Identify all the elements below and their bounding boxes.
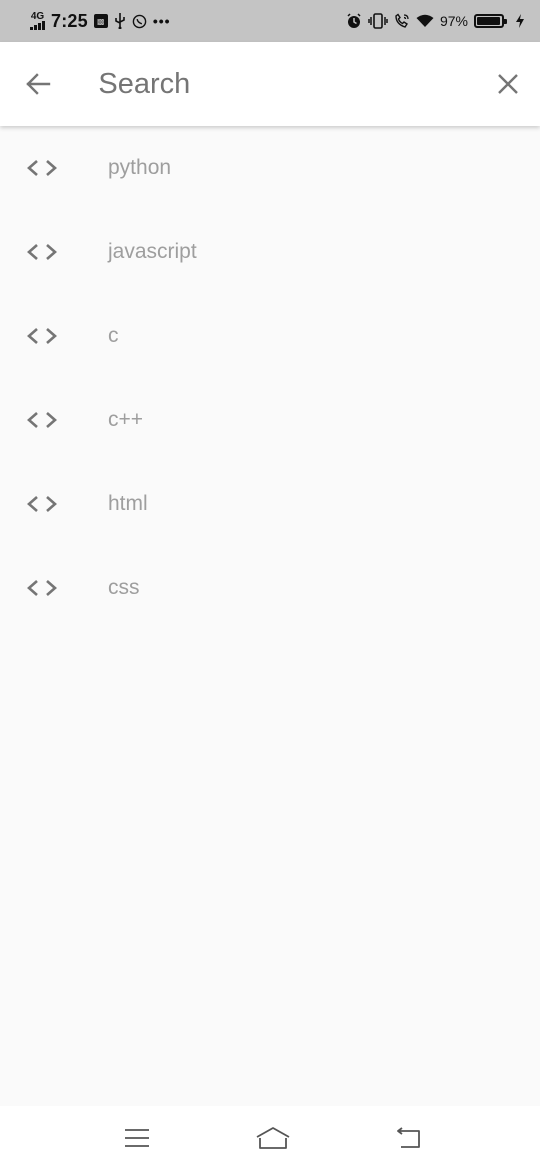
alarm-icon <box>346 13 362 29</box>
clear-search-button[interactable] <box>475 42 540 126</box>
vibrate-icon <box>368 13 388 29</box>
usb-icon <box>114 13 126 29</box>
back-nav-button[interactable] <box>394 1123 424 1153</box>
list-item[interactable]: c++ <box>0 378 540 462</box>
home-icon <box>256 1127 290 1149</box>
battery-percent: 97% <box>439 13 468 29</box>
system-nav-bar <box>0 1106 540 1170</box>
status-right: 97% <box>346 13 524 29</box>
back-button[interactable] <box>0 42 75 126</box>
menu-button[interactable] <box>122 1123 152 1153</box>
code-brackets-icon <box>0 411 84 429</box>
wifi-icon <box>416 14 434 28</box>
list-item[interactable]: c <box>0 294 540 378</box>
list-item-label: c++ <box>108 408 144 431</box>
code-brackets-icon <box>0 159 84 177</box>
list-item[interactable]: python <box>0 126 540 210</box>
list-item-label: html <box>108 492 148 515</box>
code-brackets-icon <box>0 327 84 345</box>
list-item-label: css <box>108 576 140 599</box>
search-input[interactable] <box>98 54 476 114</box>
status-time: 7:25 <box>51 10 88 31</box>
status-left: 4G 7:25 ▩ ••• <box>30 11 171 32</box>
list-item-label: c <box>108 324 119 347</box>
list-item[interactable]: html <box>0 462 540 546</box>
arrow-left-icon <box>25 73 50 95</box>
back-icon <box>397 1127 420 1148</box>
list-item-label: python <box>108 156 172 179</box>
network-signal-icon: 4G <box>30 12 45 30</box>
code-brackets-icon <box>0 495 84 513</box>
menu-icon <box>125 1129 149 1147</box>
list-item[interactable]: css <box>0 546 540 630</box>
whatsapp-icon <box>132 14 147 29</box>
code-brackets-icon <box>0 243 84 261</box>
code-brackets-icon <box>0 579 84 597</box>
close-icon <box>497 74 518 94</box>
home-button[interactable] <box>255 1123 291 1153</box>
status-bar: 4G 7:25 ▩ ••• 97% <box>0 0 540 42</box>
results-list: python javascript c c++ html css <box>0 126 540 630</box>
search-toolbar <box>0 42 540 126</box>
charging-icon <box>516 14 524 28</box>
notification-box-icon: ▩ <box>93 14 108 28</box>
network-type: 4G <box>30 11 45 22</box>
list-item[interactable]: javascript <box>0 210 540 294</box>
more-dots-icon: ••• <box>152 13 171 29</box>
list-item-label: javascript <box>108 240 197 263</box>
battery-icon <box>474 14 507 28</box>
wifi-call-icon <box>394 13 410 29</box>
